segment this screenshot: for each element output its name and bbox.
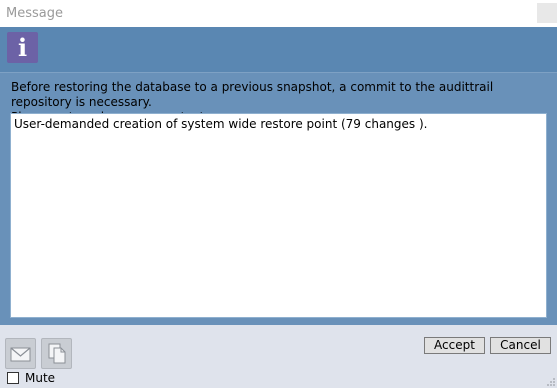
mute-label: Mute: [25, 371, 56, 385]
close-button[interactable]: [537, 3, 557, 23]
message-body: Before restoring the database to a previ…: [0, 72, 557, 325]
mute-checkbox[interactable]: [7, 372, 19, 384]
mail-button[interactable]: [5, 338, 36, 369]
title-bar: Message: [0, 0, 557, 27]
cancel-button[interactable]: Cancel: [490, 337, 551, 354]
log-message-textarea[interactable]: User-demanded creation of system wide re…: [10, 113, 547, 318]
copy-button[interactable]: [41, 338, 72, 369]
info-header: i: [0, 27, 557, 72]
dialog-footer: Mute Accept Cancel: [0, 325, 557, 388]
accept-button[interactable]: Accept: [424, 337, 485, 354]
mail-icon: [10, 347, 31, 362]
message-dialog: Message i Before restoring the database …: [0, 0, 557, 388]
resize-grip-icon[interactable]: [547, 378, 555, 386]
info-icon: i: [7, 32, 38, 63]
window-title: Message: [6, 6, 63, 21]
copy-icon: [48, 343, 66, 364]
